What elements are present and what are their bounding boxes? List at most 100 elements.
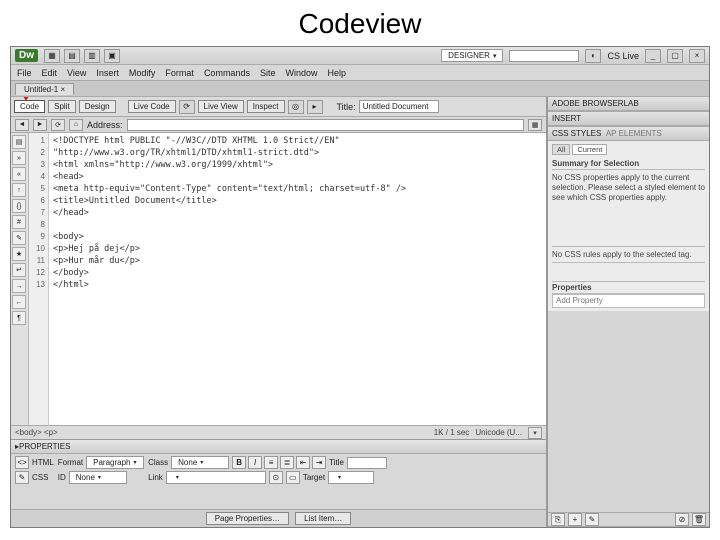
- rules-text: No CSS rules apply to the selected tag.: [552, 246, 705, 263]
- inspect-toggle-icon[interactable]: ⟳: [179, 100, 195, 114]
- menu-view[interactable]: View: [67, 68, 86, 78]
- slide-title: Codeview: [0, 0, 720, 46]
- app-topbar: Dw ▦ ▤ ▥ ▣ DESIGNER ◐ CS Live _ ▢ ×: [11, 47, 709, 65]
- select-parent-icon[interactable]: ↑: [12, 183, 26, 197]
- format-select[interactable]: Paragraph: [86, 456, 144, 469]
- liveview-button[interactable]: Live View: [198, 100, 244, 113]
- link-label: Link: [148, 473, 163, 482]
- address-bar: ◄ ► ⟳ ⌂ Address: ▦: [11, 117, 546, 133]
- syntax-icon[interactable]: ★: [12, 247, 26, 261]
- address-input[interactable]: [127, 119, 524, 131]
- layout-icon-3[interactable]: ▥: [84, 49, 100, 63]
- workspace-select[interactable]: DESIGNER: [441, 49, 503, 62]
- code-text[interactable]: <!DOCTYPE html PUBLIC "-//W3C//DTD XHTML…: [49, 133, 546, 425]
- html-mode-button[interactable]: <>: [15, 456, 29, 469]
- forward-icon[interactable]: ►: [33, 119, 47, 131]
- id-select[interactable]: None: [69, 471, 127, 484]
- css-new-icon[interactable]: +: [568, 513, 582, 526]
- menu-format[interactable]: Format: [165, 68, 194, 78]
- summary-text: No CSS properties apply to the current s…: [552, 170, 705, 206]
- options-icon[interactable]: ▦: [528, 119, 542, 131]
- menu-modify[interactable]: Modify: [129, 68, 156, 78]
- class-select[interactable]: None: [171, 456, 229, 469]
- css-edit-icon[interactable]: ✎: [585, 513, 599, 526]
- list-item-button[interactable]: List Item…: [295, 512, 351, 525]
- expand-icon[interactable]: «: [12, 167, 26, 181]
- document-tab[interactable]: Untitled-1 ×: [15, 83, 74, 95]
- add-property-row[interactable]: Add Property: [552, 294, 705, 308]
- ap-elements-tab[interactable]: AP ELEMENTS: [606, 129, 662, 138]
- title-prop-label: Title: [329, 458, 344, 467]
- min-icon[interactable]: _: [645, 49, 661, 63]
- page-properties-button[interactable]: Page Properties…: [206, 512, 289, 525]
- menu-file[interactable]: File: [17, 68, 32, 78]
- outdent-button[interactable]: ⇤: [296, 456, 310, 469]
- split-view-button[interactable]: Split: [48, 100, 76, 113]
- code-view-button[interactable]: Code: [14, 100, 45, 113]
- line-num-icon[interactable]: #: [12, 215, 26, 229]
- css-trash-icon[interactable]: 🗑: [692, 513, 706, 526]
- outdent-icon[interactable]: ←: [12, 295, 26, 309]
- code-editor[interactable]: ▤ » « ↑ {} # ✎ ★ ↵ → ← ¶ 123456789101112…: [11, 133, 546, 425]
- cslive-label: CS Live: [607, 51, 639, 61]
- search-input[interactable]: [509, 50, 579, 62]
- css-mode-button[interactable]: ✎: [15, 471, 29, 484]
- back-icon[interactable]: ◄: [15, 119, 29, 131]
- properties-subheader: Properties: [552, 281, 705, 294]
- menu-insert[interactable]: Insert: [96, 68, 119, 78]
- link-point-icon[interactable]: ⊙: [269, 471, 283, 484]
- properties-header[interactable]: ▸ PROPERTIES: [11, 440, 546, 454]
- home-icon[interactable]: ⌂: [69, 119, 83, 131]
- wrap-icon[interactable]: ↵: [12, 263, 26, 277]
- address-label: Address:: [87, 120, 123, 130]
- refresh-icon[interactable]: ⟳: [51, 119, 65, 131]
- ol-button[interactable]: ≣: [280, 456, 294, 469]
- right-panel-dock: ADOBE BROWSERLAB INSERT CSS STYLES AP EL…: [547, 97, 709, 527]
- layout-icon-1[interactable]: ▦: [44, 49, 60, 63]
- css-mode-label: CSS: [32, 473, 48, 482]
- layout-icon-2[interactable]: ▤: [64, 49, 80, 63]
- format-icon[interactable]: ¶: [12, 311, 26, 325]
- italic-button[interactable]: I: [248, 456, 262, 469]
- ul-button[interactable]: ≡: [264, 456, 278, 469]
- css-panel-header[interactable]: CSS STYLES AP ELEMENTS: [548, 127, 709, 141]
- browserlab-panel-header[interactable]: ADOBE BROWSERLAB: [548, 97, 709, 111]
- layout-icon-4[interactable]: ▣: [104, 49, 120, 63]
- css-disable-icon[interactable]: ⊘: [675, 513, 689, 526]
- css-current-tab[interactable]: Current: [572, 144, 607, 155]
- indent-icon[interactable]: →: [12, 279, 26, 293]
- status-size: 1K / 1 sec: [434, 428, 470, 437]
- close-icon[interactable]: ×: [689, 49, 705, 63]
- indent-button[interactable]: ⇥: [312, 456, 326, 469]
- menu-site[interactable]: Site: [260, 68, 276, 78]
- menu-edit[interactable]: Edit: [42, 68, 58, 78]
- cslive-icon[interactable]: ◐: [585, 49, 601, 63]
- document-tabs: Untitled-1 ×: [11, 81, 709, 97]
- balance-icon[interactable]: {}: [12, 199, 26, 213]
- browser-icon[interactable]: ▸: [307, 100, 323, 114]
- link-select[interactable]: [166, 471, 266, 484]
- css-attach-icon[interactable]: ⎘: [551, 513, 565, 526]
- inspect-button[interactable]: Inspect: [247, 100, 285, 113]
- page-buttons-row: Page Properties… List Item…: [11, 509, 546, 527]
- bold-button[interactable]: B: [232, 456, 246, 469]
- target-select[interactable]: [328, 471, 374, 484]
- title-prop-input[interactable]: [347, 457, 387, 469]
- collapse-icon[interactable]: »: [12, 151, 26, 165]
- open-docs-icon[interactable]: ▤: [12, 135, 26, 149]
- css-all-tab[interactable]: All: [552, 144, 570, 155]
- menu-window[interactable]: Window: [285, 68, 317, 78]
- livecode-button[interactable]: Live Code: [128, 100, 176, 113]
- menu-help[interactable]: Help: [327, 68, 346, 78]
- tag-path[interactable]: <body> <p>: [15, 428, 58, 437]
- highlight-icon[interactable]: ✎: [12, 231, 26, 245]
- multiscreen-icon[interactable]: ◎: [288, 100, 304, 114]
- status-bar: <body> <p> 1K / 1 sec Unicode (U... ▾: [11, 425, 546, 439]
- menu-commands[interactable]: Commands: [204, 68, 250, 78]
- insert-panel-header[interactable]: INSERT: [548, 112, 709, 126]
- design-view-button[interactable]: Design: [79, 100, 116, 113]
- link-folder-icon[interactable]: ▭: [286, 471, 300, 484]
- status-dropdown-icon[interactable]: ▾: [528, 427, 542, 439]
- title-field[interactable]: Untitled Document: [359, 100, 439, 113]
- max-icon[interactable]: ▢: [667, 49, 683, 63]
